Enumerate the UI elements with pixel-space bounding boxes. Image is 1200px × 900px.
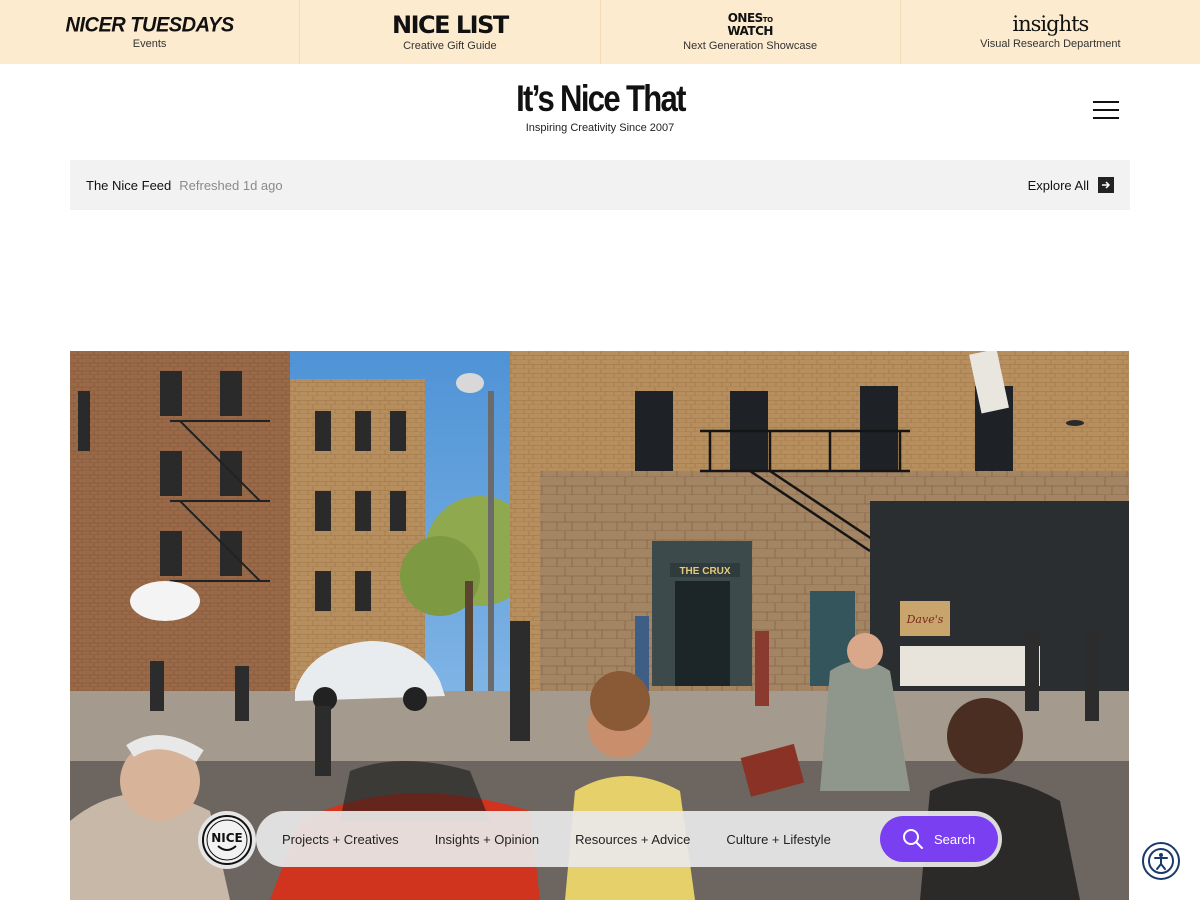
feed-refreshed: Refreshed 1d ago [179,177,283,193]
logo-word-to: TO [762,15,773,24]
nav-culture-lifestyle[interactable]: Culture + Lifestyle [726,832,830,847]
nav-insights-opinion[interactable]: Insights + Opinion [435,832,539,847]
shop-sign: Dave's [906,613,944,626]
promo-insights[interactable]: insights Visual Research Department [901,0,1200,64]
nav-projects-creatives[interactable]: Projects + Creatives [282,832,399,847]
ones-to-watch-logo: ONESTO WATCH [727,10,773,38]
search-icon [903,829,923,849]
nicer-tuesdays-logo: NICER TUESDAYS [65,12,235,37]
crux-sign: THE CRUX [679,566,730,577]
hamburger-menu-icon[interactable] [1093,100,1119,120]
promo-ones-to-watch[interactable]: ONESTO WATCH Next Generation Showcase [601,0,901,64]
search-button[interactable]: Search [880,816,998,862]
site-tagline: Inspiring Creativity Since 2007 [525,122,675,134]
promo-bar: NICER TUESDAYS Events NICE LIST Creative… [0,0,1200,64]
promo-subtitle: Creative Gift Guide [403,39,497,52]
search-label: Search [934,831,976,847]
nice-feed-bar: The Nice Feed Refreshed 1d ago Explore A… [70,160,1130,210]
promo-nicer-tuesdays[interactable]: NICER TUESDAYS Events [0,0,301,64]
brand[interactable]: It’s Nice That Inspiring Creativity Sinc… [0,80,1200,134]
feed-title: The Nice Feed [86,177,172,193]
promo-nice-list[interactable]: NICE LIST Creative Gift Guide [300,0,601,64]
insights-logo: insights [1012,12,1089,36]
logo-word-watch: WATCH [727,23,773,38]
promo-subtitle: Visual Research Department [980,38,1121,50]
site-header: It’s Nice That Inspiring Creativity Sinc… [0,64,1200,156]
promo-subtitle: Next Generation Showcase [683,39,818,52]
accessibility-icon[interactable] [1142,842,1180,880]
nice-badge-logo[interactable]: NICE [198,811,256,869]
bottom-nav: Projects + Creatives Insights + Opinion … [256,811,1002,867]
site-logo[interactable]: It’s Nice That [516,80,686,117]
explore-all-link[interactable]: Explore All [1028,177,1114,193]
nav-resources-advice[interactable]: Resources + Advice [575,832,690,847]
explore-all-label: Explore All [1027,177,1089,193]
badge-text: NICE [211,831,243,845]
nice-list-logo: NICE LIST [391,10,509,39]
promo-subtitle: Events [132,37,167,50]
arrow-right-icon [1098,177,1114,193]
logo-word-ones: ONES [727,10,764,25]
